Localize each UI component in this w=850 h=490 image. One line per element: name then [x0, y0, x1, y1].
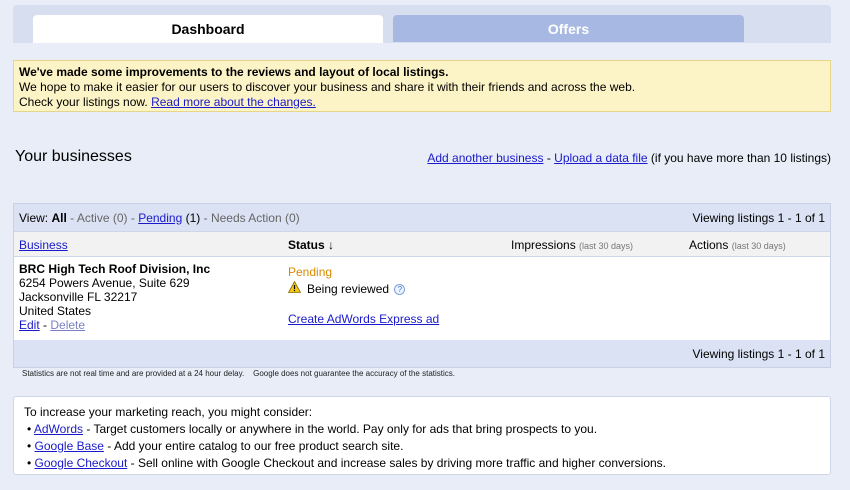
adwords-cell: Create AdWords Express ad — [288, 312, 439, 326]
review-status: Being reviewed ? — [287, 280, 439, 296]
business-address2: Jacksonville FL 32217 — [19, 290, 138, 304]
listings-panel: View: All - Active (0) - Pending (1) - N… — [13, 203, 831, 368]
footer-bar: Viewing listings 1 - 1 of 1 — [14, 340, 830, 367]
separator: - — [546, 151, 551, 165]
create-adwords-link[interactable]: Create AdWords Express ad — [288, 312, 439, 326]
list-item: Google Base - Add your entire catalog to… — [24, 438, 820, 455]
edit-link[interactable]: Edit — [19, 318, 40, 332]
status-badge: Pending — [288, 265, 333, 279]
upload-note: (if you have more than 10 listings) — [650, 151, 831, 165]
tab-dashboard[interactable]: Dashboard — [33, 15, 383, 43]
column-status[interactable]: Status ↓ — [288, 238, 334, 252]
notice-text: We hope to make it easier for our users … — [19, 80, 636, 94]
filter-active: - Active (0) - — [70, 210, 135, 225]
view-filter-bar: View: All - Active (0) - Pending (1) - N… — [14, 204, 830, 231]
filter-pending[interactable]: Pending — [138, 211, 182, 225]
google-checkout-link[interactable]: Google Checkout — [35, 456, 128, 470]
upload-data-file-link[interactable]: Upload a data file — [554, 151, 647, 165]
reach-list: AdWords - Target customers locally or an… — [24, 421, 820, 472]
tab-offers[interactable]: Offers — [393, 15, 744, 42]
viewing-count-footer: Viewing listings 1 - 1 of 1 — [692, 346, 825, 361]
notice-headline: We've made some improvements to the revi… — [19, 65, 449, 79]
review-text: Being reviewed — [307, 282, 390, 296]
separator: - — [43, 318, 48, 332]
reach-intro: To increase your marketing reach, you mi… — [24, 405, 313, 419]
list-item: AdWords - Target customers locally or an… — [24, 421, 820, 438]
pending-count: (1) — [185, 210, 201, 225]
adwords-link[interactable]: AdWords — [34, 422, 83, 436]
page-title: Your businesses — [15, 148, 132, 165]
column-actions: Actions (last 30 days) — [689, 238, 786, 252]
list-item: Google Checkout - Sell online with Googl… — [24, 455, 820, 472]
filter-needs-action: - Needs Action (0) — [203, 210, 300, 225]
view-filters: View: All - Active (0) - Pending (1) - N… — [19, 211, 300, 225]
stats-disclaimer: Statistics are not real time and are pro… — [22, 369, 455, 378]
adwords-text: - Target customers locally or anywhere i… — [83, 422, 598, 436]
tab-bar: Dashboard Offers — [13, 5, 831, 43]
impressions-label: Impressions — [511, 238, 576, 252]
business-actions: Add another business - Upload a data fil… — [427, 151, 831, 165]
warning-icon — [287, 280, 302, 296]
notice-cta-text: Check your listings now. — [19, 95, 148, 109]
improvements-notice: We've made some improvements to the revi… — [13, 60, 831, 112]
business-row-actions: Edit - Delete — [19, 318, 210, 332]
actions-note: (last 30 days) — [731, 241, 786, 251]
view-label: View: — [19, 210, 49, 225]
google-base-text: - Add your entire catalog to our free pr… — [103, 439, 404, 453]
marketing-reach-box: To increase your marketing reach, you mi… — [13, 396, 831, 475]
column-impressions: Impressions (last 30 days) — [511, 238, 633, 252]
status-cell: Pending Being reviewed ? Create AdWords … — [287, 265, 439, 326]
delete-link[interactable]: Delete — [50, 318, 85, 332]
business-cell: BRC High Tech Roof Division, Inc 6254 Po… — [19, 262, 210, 332]
business-country: United States — [19, 304, 92, 318]
actions-label: Actions — [689, 238, 729, 252]
impressions-note: (last 30 days) — [579, 241, 634, 251]
google-checkout-text: - Sell online with Google Checkout and i… — [127, 456, 667, 470]
read-more-link[interactable]: Read more about the changes. — [151, 95, 316, 109]
table-header: Business Status ↓ Impressions (last 30 d… — [14, 231, 830, 257]
table-row: BRC High Tech Roof Division, Inc 6254 Po… — [14, 257, 830, 340]
help-icon[interactable]: ? — [394, 284, 406, 295]
google-base-link[interactable]: Google Base — [35, 439, 104, 453]
column-business[interactable]: Business — [19, 238, 68, 252]
add-business-link[interactable]: Add another business — [427, 151, 543, 165]
notice-cta: Check your listings now. Read more about… — [19, 95, 825, 110]
business-address1: 6254 Powers Avenue, Suite 629 — [19, 276, 190, 290]
viewing-count: Viewing listings 1 - 1 of 1 — [692, 210, 825, 225]
filter-all[interactable]: All — [51, 211, 66, 225]
business-name: BRC High Tech Roof Division, Inc — [19, 262, 211, 276]
